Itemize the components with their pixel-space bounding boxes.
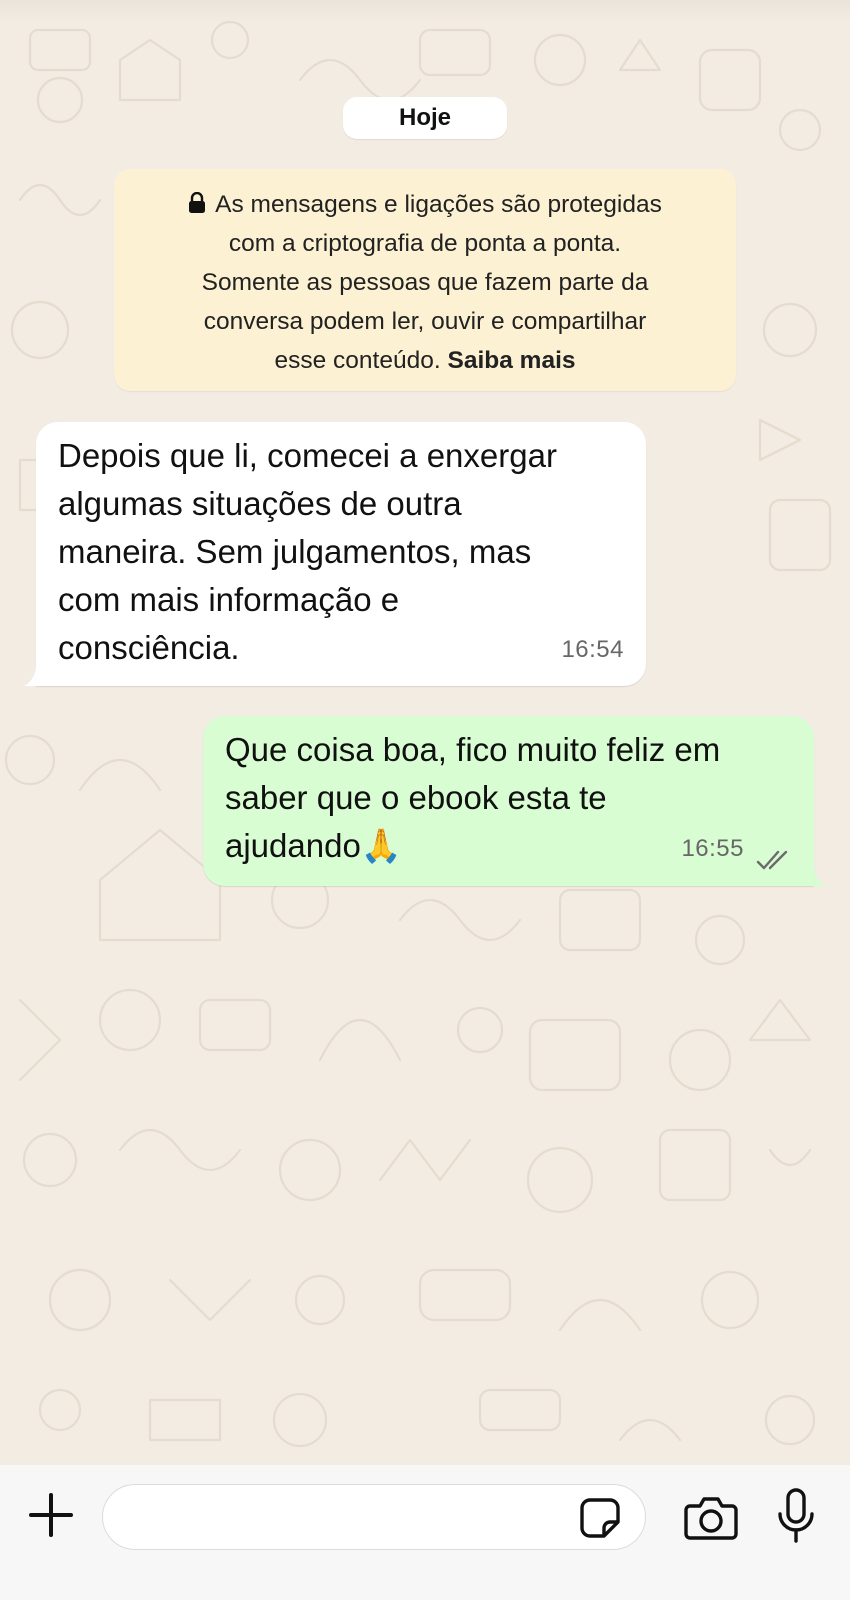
encryption-notice-text: As mensagens e ligações são protegidas c… [201,191,662,374]
incoming-message-text: Depois que li, comecei a enxergar alguma… [58,437,557,666]
message-input[interactable] [102,1484,646,1550]
top-fade [0,0,850,24]
incoming-message[interactable]: Depois que li, comecei a enxergar alguma… [36,422,646,686]
lock-icon [189,192,206,213]
outgoing-message[interactable]: Que coisa boa, fico muito feliz em saber… [203,716,814,886]
camera-icon[interactable] [684,1494,738,1540]
outgoing-message-time: 16:55 [681,835,744,862]
date-separator: Hoje [343,97,507,139]
encryption-notice[interactable]: As mensagens e ligações são protegidas c… [114,169,736,391]
double-check-read-icon [756,850,788,870]
plus-icon[interactable] [28,1492,74,1538]
microphone-icon[interactable] [776,1488,816,1544]
learn-more-link[interactable]: Saiba mais [447,347,575,374]
sticker-icon[interactable] [578,1496,622,1540]
incoming-message-time: 16:54 [561,636,624,663]
